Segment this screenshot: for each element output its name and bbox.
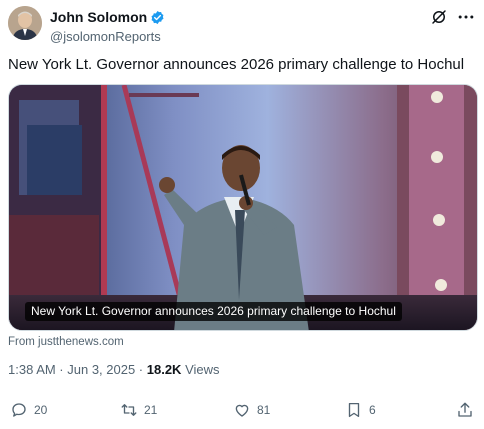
tweet-media-image[interactable]: New York Lt. Governor announces 2026 pri… xyxy=(8,84,478,331)
share-button[interactable] xyxy=(456,401,480,419)
bookmark-icon xyxy=(348,402,360,418)
tweet-meta: 1:38 AM · Jun 3, 2025 · 18.2K Views xyxy=(8,362,220,377)
repost-icon xyxy=(121,404,137,416)
author-avatar[interactable] xyxy=(8,6,42,40)
views-count: 18.2K xyxy=(146,362,182,377)
repost-button[interactable]: 21 xyxy=(120,401,157,419)
tweet-text: New York Lt. Governor announces 2026 pri… xyxy=(8,56,465,73)
more-icon[interactable] xyxy=(456,7,476,27)
like-icon xyxy=(235,404,249,417)
repost-count: 21 xyxy=(144,403,158,417)
author-display-name[interactable]: John Solomon xyxy=(50,9,165,26)
bookmark-count: 6 xyxy=(369,403,376,417)
reply-button[interactable]: 20 xyxy=(10,401,47,419)
link-source[interactable]: From justthenews.com xyxy=(8,336,124,348)
grok-icon[interactable] xyxy=(430,8,448,26)
like-count: 81 xyxy=(257,403,271,417)
author-handle[interactable]: @jsolomonReports xyxy=(50,28,165,45)
tweet-actions: 20 21 81 6 xyxy=(8,401,476,421)
reply-icon xyxy=(12,403,26,417)
author-names: John Solomon @jsolomonReports xyxy=(50,9,165,45)
tweet-timestamp[interactable]: 1:38 AM · Jun 3, 2025 · xyxy=(8,362,147,377)
share-icon xyxy=(458,402,472,417)
views-label: Views xyxy=(181,362,220,377)
verified-badge-icon xyxy=(151,10,164,25)
like-button[interactable]: 81 xyxy=(233,401,270,419)
reply-count: 20 xyxy=(34,403,48,417)
tweet-header: John Solomon @jsolomonReports xyxy=(8,6,476,46)
author-name-text[interactable]: John Solomon xyxy=(50,9,147,26)
bookmark-button[interactable]: 6 xyxy=(345,401,376,419)
media-caption: New York Lt. Governor announces 2026 pri… xyxy=(25,302,402,321)
